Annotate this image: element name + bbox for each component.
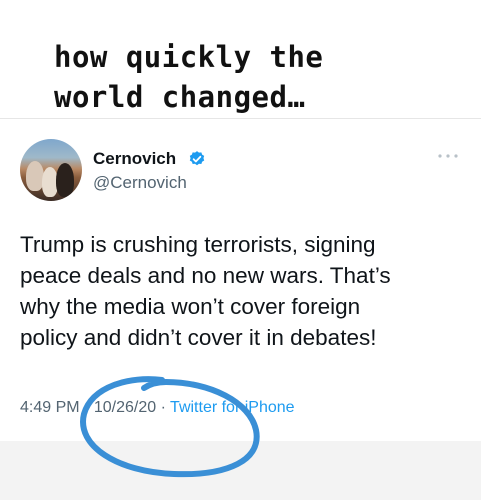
tweet-text-line: why the media won’t cover foreign (20, 294, 361, 319)
tweet-text-line: Trump is crushing terrorists, signing (20, 232, 376, 257)
tweet-text-line: peace deals and no new wars. That’s (20, 263, 391, 288)
avatar[interactable] (20, 139, 82, 201)
tweet-time[interactable]: 4:49 PM (20, 399, 80, 416)
tweet-metadata: 4:49 PM · 10/26/20 · Twitter for iPhone (20, 399, 295, 417)
caption-line-2: world changed… (54, 80, 306, 114)
tweet-text: Trump is crushing terrorists, signing pe… (20, 229, 470, 353)
meme-caption: how quickly the world changed… (0, 0, 481, 120)
display-name[interactable]: Cernovich (93, 149, 176, 169)
tweet-card[interactable]: Cernovich @Cernovich Trump is crushing t… (0, 118, 481, 441)
meta-separator: · (84, 399, 90, 416)
more-dots-icon[interactable] (437, 153, 459, 159)
meta-separator: · (160, 399, 166, 416)
tweet-date[interactable]: 10/26/20 (94, 399, 156, 416)
tweet-source-link[interactable]: Twitter for iPhone (170, 399, 295, 416)
caption-line-1: how quickly the (54, 40, 324, 74)
tweet-text-line: policy and didn’t cover it in debates! (20, 325, 377, 350)
user-handle[interactable]: @Cernovich (93, 173, 187, 193)
avatar-figure-3 (56, 163, 74, 197)
verified-badge-icon (189, 151, 205, 166)
